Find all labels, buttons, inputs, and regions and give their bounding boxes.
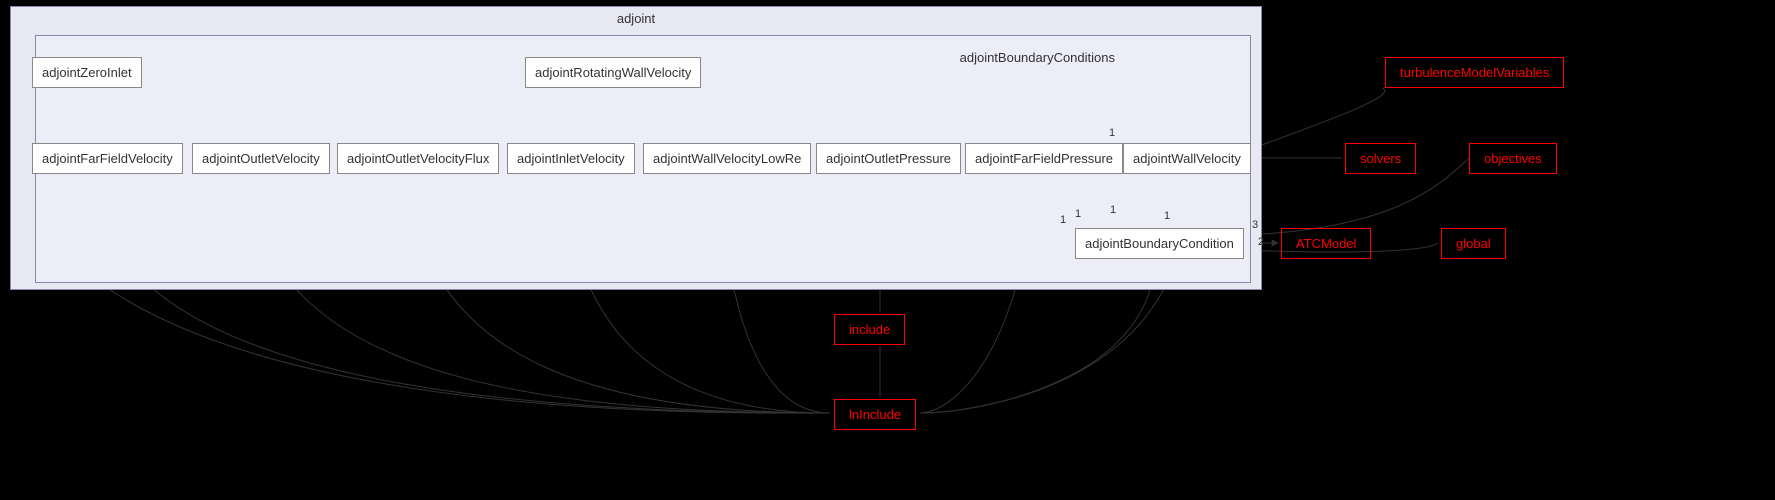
node-adjoint-wall-velocity[interactable]: adjointWallVelocity — [1123, 143, 1251, 174]
node-objectives[interactable]: objectives — [1469, 143, 1557, 174]
node-adjoint-outlet-velocity-flux[interactable]: adjointOutletVelocityFlux — [337, 143, 499, 174]
cluster-adjoint-title: adjoint — [11, 11, 1261, 26]
edge-label: 1 — [1109, 127, 1115, 139]
edge-label: 3 — [1252, 219, 1258, 231]
node-adjoint-zero-inlet[interactable]: adjointZeroInlet — [32, 57, 142, 88]
node-turbulence-model-variables[interactable]: turbulenceModelVariables — [1385, 57, 1564, 88]
node-adjoint-wall-velocity-low-re[interactable]: adjointWallVelocityLowRe — [643, 143, 811, 174]
edge-label: 1 — [1110, 204, 1116, 216]
edge-label: 1 — [1060, 214, 1066, 226]
node-global[interactable]: global — [1441, 228, 1506, 259]
edge-label: 2 — [1258, 236, 1264, 248]
node-atc-model[interactable]: ATCModel — [1281, 228, 1371, 259]
edge-label: 1 — [1075, 208, 1081, 220]
node-solvers[interactable]: solvers — [1345, 143, 1416, 174]
node-ln-include[interactable]: lnInclude — [834, 399, 916, 430]
node-adjoint-rotating-wall-velocity[interactable]: adjointRotatingWallVelocity — [525, 57, 701, 88]
node-include[interactable]: include — [834, 314, 905, 345]
node-adjoint-outlet-pressure[interactable]: adjointOutletPressure — [816, 143, 961, 174]
edge-label: 1 — [1164, 210, 1170, 222]
node-adjoint-inlet-velocity[interactable]: adjointInletVelocity — [507, 143, 635, 174]
node-adjoint-outlet-velocity[interactable]: adjointOutletVelocity — [192, 143, 330, 174]
node-adjoint-far-field-pressure[interactable]: adjointFarFieldPressure — [965, 143, 1123, 174]
node-adjoint-far-field-velocity[interactable]: adjointFarFieldVelocity — [32, 143, 183, 174]
node-adjoint-boundary-condition[interactable]: adjointBoundaryCondition — [1075, 228, 1244, 259]
cluster-inner-title: adjointBoundaryConditions — [960, 50, 1115, 65]
